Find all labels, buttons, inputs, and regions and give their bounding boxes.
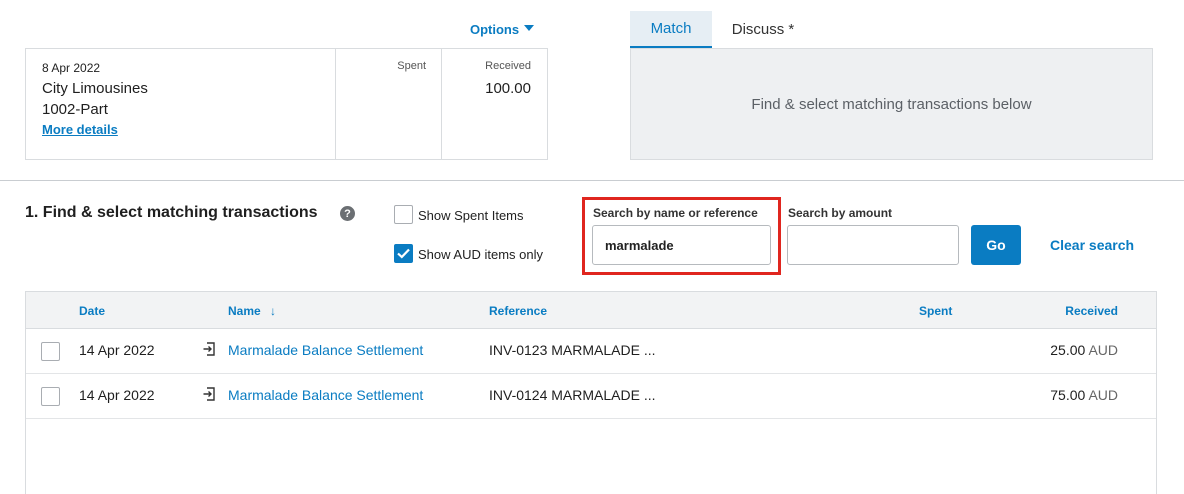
show-spent-label: Show Spent Items <box>418 208 524 223</box>
statement-line-card: 8 Apr 2022 City Limousines 1002-Part Mor… <box>25 48 548 160</box>
row-checkbox[interactable] <box>41 342 60 361</box>
chevron-down-icon <box>524 25 535 31</box>
row-name-link[interactable]: Marmalade Balance Settlement <box>228 387 423 403</box>
row-received: 25.00 AUD <box>1050 342 1118 358</box>
spent-header: Spent <box>397 60 426 72</box>
table-header: Date Name ↓ Reference Spent Received <box>26 292 1156 329</box>
match-panel-message: Find & select matching transactions belo… <box>751 95 1032 113</box>
row-currency: AUD <box>1088 342 1118 358</box>
help-icon[interactable]: ? <box>340 206 355 221</box>
row-received-value: 25.00 <box>1050 342 1086 358</box>
statement-spent-column: Spent <box>336 49 442 159</box>
search-amount-label: Search by amount <box>788 206 893 220</box>
row-reference: INV-0124 MARMALADE ... <box>489 387 656 403</box>
statement-date: 8 Apr 2022 <box>42 61 101 75</box>
match-panel: Find & select matching transactions belo… <box>630 48 1153 160</box>
document-import-icon <box>203 342 215 356</box>
show-aud-label: Show AUD items only <box>418 247 543 262</box>
more-details-link[interactable]: More details <box>42 122 118 137</box>
statement-details-column: 8 Apr 2022 City Limousines 1002-Part Mor… <box>26 49 336 159</box>
clear-search-link[interactable]: Clear search <box>1050 237 1134 253</box>
col-header-name[interactable]: Name ↓ <box>228 304 276 318</box>
col-header-date[interactable]: Date <box>79 304 105 318</box>
received-header: Received <box>485 60 531 72</box>
options-label: Options <box>470 22 520 37</box>
received-value: 100.00 <box>485 80 531 97</box>
tab-match[interactable]: Match <box>630 11 712 48</box>
statement-reference: 1002-Part <box>42 101 108 118</box>
section-divider <box>0 180 1184 181</box>
show-aud-checkbox[interactable] <box>394 244 413 263</box>
table-row[interactable]: 14 Apr 2022 Marmalade Balance Settlement… <box>26 374 1156 419</box>
search-amount-input[interactable] <box>787 225 959 265</box>
checkmark-icon <box>397 248 410 259</box>
sort-arrow-down-icon: ↓ <box>270 304 277 318</box>
search-name-input[interactable] <box>592 225 771 265</box>
row-currency: AUD <box>1088 387 1118 403</box>
col-header-reference[interactable]: Reference <box>489 304 547 318</box>
col-header-spent[interactable]: Spent <box>919 304 952 318</box>
row-name-link[interactable]: Marmalade Balance Settlement <box>228 342 423 358</box>
row-received: 75.00 AUD <box>1050 387 1118 403</box>
statement-payee: City Limousines <box>42 80 148 97</box>
row-received-value: 75.00 <box>1050 387 1086 403</box>
section-title: 1. Find & select matching transactions <box>25 204 318 221</box>
results-table: Date Name ↓ Reference Spent Received 14 … <box>25 291 1157 494</box>
statement-received-column: Received 100.00 <box>442 49 547 159</box>
go-button[interactable]: Go <box>971 225 1021 265</box>
options-dropdown[interactable]: Options <box>470 22 535 37</box>
col-header-received[interactable]: Received <box>1065 304 1118 318</box>
row-reference: INV-0123 MARMALADE ... <box>489 342 656 358</box>
document-import-icon <box>203 387 215 401</box>
row-date: 14 Apr 2022 <box>79 387 155 403</box>
row-date: 14 Apr 2022 <box>79 342 155 358</box>
col-header-name-label: Name <box>228 304 261 318</box>
table-row[interactable]: 14 Apr 2022 Marmalade Balance Settlement… <box>26 329 1156 374</box>
show-spent-checkbox[interactable] <box>394 205 413 224</box>
tab-discuss[interactable]: Discuss * <box>720 11 806 48</box>
search-name-label: Search by name or reference <box>593 206 758 220</box>
row-checkbox[interactable] <box>41 387 60 406</box>
